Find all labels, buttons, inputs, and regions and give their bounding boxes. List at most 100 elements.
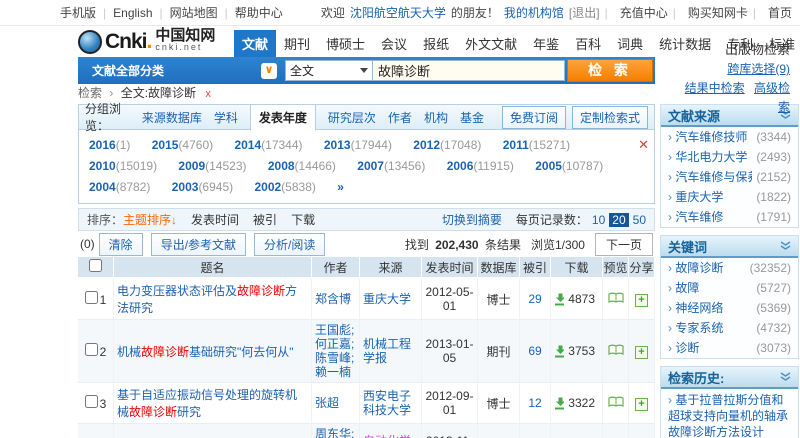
search-input[interactable] <box>373 60 565 81</box>
search-in-results-link[interactable]: 结果中检索 <box>685 81 745 95</box>
cross-db-count[interactable]: (9) <box>775 62 790 76</box>
collapse-chevron-icon[interactable] <box>780 241 791 251</box>
my-library-link[interactable]: 我的机构馆 <box>504 4 564 21</box>
result-title-link[interactable]: 机械故障诊断基础研究"何去何从" <box>117 345 294 359</box>
nav-tab-baike[interactable]: 百科 <box>567 30 609 57</box>
facet-item[interactable]: 神经网络(5369) <box>661 298 798 318</box>
result-title-link[interactable]: 电力变压器状态评估及故障诊断方法研究 <box>117 284 297 315</box>
per-page-20[interactable]: 20 <box>609 212 629 227</box>
publication-search-link[interactable]: 出版物检索 <box>725 42 790 57</box>
share-add-icon[interactable]: + <box>635 397 648 411</box>
year-filter[interactable]: 2007(13456) <box>357 159 425 173</box>
field-select[interactable]: 全文 <box>285 60 373 81</box>
source-link[interactable]: 重庆大学 <box>363 292 418 306</box>
analyze-read-button[interactable]: 分析/阅读 <box>254 232 326 256</box>
year-filter[interactable]: 2006(11915) <box>447 159 514 173</box>
advanced-search-link[interactable]: 高级检索 <box>754 81 790 114</box>
recharge-link[interactable]: 充值中心 <box>620 4 668 21</box>
download-icon[interactable] <box>554 345 565 358</box>
year-filter[interactable]: 2005(10787) <box>535 159 603 173</box>
facet-item[interactable]: 汽车维修(1791) <box>661 207 798 227</box>
search-button[interactable]: 检 索 <box>567 59 653 82</box>
nav-tab-qikan[interactable]: 期刊 <box>276 30 318 57</box>
nav-tab-boshuoshi[interactable]: 博硕士 <box>318 30 373 57</box>
nav-tab-huiyi[interactable]: 会议 <box>373 30 415 57</box>
filter-tab-research-level[interactable]: 研究层次 <box>328 109 376 126</box>
more-years-link[interactable]: » <box>337 180 344 194</box>
close-year-panel-icon[interactable]: ✕ <box>638 134 649 155</box>
sort-by-topic[interactable]: 主题排序↓ <box>123 211 177 228</box>
year-filter[interactable]: 2002(5838) <box>254 180 315 194</box>
nav-tab-waiwen[interactable]: 外文文献 <box>457 30 525 57</box>
author-link[interactable]: 周东华;刘洋;何潇 <box>315 427 356 438</box>
share-add-icon[interactable]: + <box>635 293 648 307</box>
row-checkbox[interactable] <box>84 395 98 408</box>
facet-item[interactable]: 故障诊断(32352) <box>661 258 798 278</box>
row-checkbox[interactable] <box>84 343 98 356</box>
home-link[interactable]: 首页 <box>768 4 792 21</box>
per-page-50[interactable]: 50 <box>633 213 646 227</box>
sort-by-downloads[interactable]: 下载 <box>291 211 315 228</box>
filter-tab-author[interactable]: 作者 <box>388 109 412 126</box>
clear-button[interactable]: 清除 <box>98 232 143 256</box>
year-filter[interactable]: 2003(6945) <box>172 180 233 194</box>
year-filter[interactable]: 2016(1) <box>89 138 130 152</box>
cited-count-link[interactable]: 69 <box>528 344 541 358</box>
source-link[interactable]: 机械工程学报 <box>363 337 418 365</box>
facet-item[interactable]: 诊断(3073) <box>661 338 798 358</box>
category-dropdown[interactable]: 文献全部分类 ∨ <box>80 62 285 79</box>
author-link[interactable]: 王国彪;何正嘉;陈雪峰;赖一楠 <box>315 323 356 379</box>
per-page-10[interactable]: 10 <box>592 213 605 227</box>
download-icon[interactable] <box>554 293 565 306</box>
select-all-checkbox[interactable] <box>89 259 102 272</box>
next-page-button[interactable]: 下一页 <box>594 232 653 256</box>
row-checkbox[interactable] <box>84 291 98 304</box>
facet-item[interactable]: 汽车维修与保养(2152) <box>661 167 798 187</box>
help-center-link[interactable]: 帮助中心 <box>235 4 283 21</box>
history-item[interactable]: 基于拉普拉斯分值和超球支持向量机的轴承故障诊断方法设计 <box>661 389 798 438</box>
cited-count-link[interactable]: 12 <box>528 396 541 410</box>
year-filter[interactable]: 2013(17944) <box>324 138 392 152</box>
facet-item[interactable]: 重庆大学(1822) <box>661 187 798 207</box>
filter-tab-subject[interactable]: 学科 <box>214 109 238 126</box>
nav-tab-cidian[interactable]: 词典 <box>609 30 651 57</box>
export-references-button[interactable]: 导出/参考文献 <box>150 232 247 256</box>
year-filter[interactable]: 2004(8782) <box>89 180 150 194</box>
remove-filter-icon[interactable]: x <box>205 88 211 100</box>
nav-tab-wenxian[interactable]: 文献 <box>234 30 277 57</box>
year-filter[interactable]: 2012(17048) <box>413 138 481 152</box>
download-icon[interactable] <box>554 397 565 410</box>
author-link[interactable]: 郑含博 <box>315 292 356 306</box>
mobile-version-link[interactable]: 手机版 <box>60 4 96 21</box>
category-chevron-icon[interactable]: ∨ <box>261 62 277 79</box>
logout-link[interactable]: [退出] <box>569 4 600 21</box>
filter-tab-source-db[interactable]: 来源数据库 <box>142 109 202 126</box>
sort-by-date[interactable]: 发表时间 <box>191 211 239 228</box>
year-filter[interactable]: 2014(17344) <box>234 138 302 152</box>
filter-tab-fund[interactable]: 基金 <box>460 109 484 126</box>
sort-by-cited[interactable]: 被引 <box>253 211 277 228</box>
facet-item[interactable]: 汽车维修技师(3344) <box>661 127 798 147</box>
share-add-icon[interactable]: + <box>635 345 648 359</box>
nav-tab-baozhi[interactable]: 报纸 <box>415 30 457 57</box>
preview-book-icon[interactable] <box>607 292 624 304</box>
switch-to-abstract-link[interactable]: 切换到摘要 <box>442 211 502 228</box>
preview-book-icon[interactable] <box>607 396 624 408</box>
author-link[interactable]: 张超 <box>315 396 356 410</box>
institution-link[interactable]: 沈阳航空航天大学 <box>350 4 446 21</box>
year-filter[interactable]: 2015(4760) <box>152 138 213 152</box>
collapse-chevron-icon[interactable] <box>780 372 791 382</box>
nav-tab-nianjian[interactable]: 年鉴 <box>525 30 567 57</box>
year-filter[interactable]: 2011(15271) <box>503 138 570 152</box>
filter-tab-institution[interactable]: 机构 <box>424 109 448 126</box>
facet-item[interactable]: 专家系统(4732) <box>661 318 798 338</box>
filter-tab-pub-year[interactable]: 发表年度 <box>249 104 316 131</box>
facet-item[interactable]: 故障(5727) <box>661 278 798 298</box>
year-filter[interactable]: 2008(14466) <box>268 159 336 173</box>
buy-card-link[interactable]: 购买知网卡 <box>688 4 748 21</box>
result-title-link[interactable]: 基于自适应振动信号处理的旋转机械故障诊断研究 <box>117 388 297 419</box>
year-filter[interactable]: 2009(14523) <box>178 159 246 173</box>
cited-count-link[interactable]: 29 <box>528 292 541 306</box>
english-link[interactable]: English <box>113 6 152 20</box>
custom-search-button[interactable]: 定制检索式 <box>571 105 648 129</box>
